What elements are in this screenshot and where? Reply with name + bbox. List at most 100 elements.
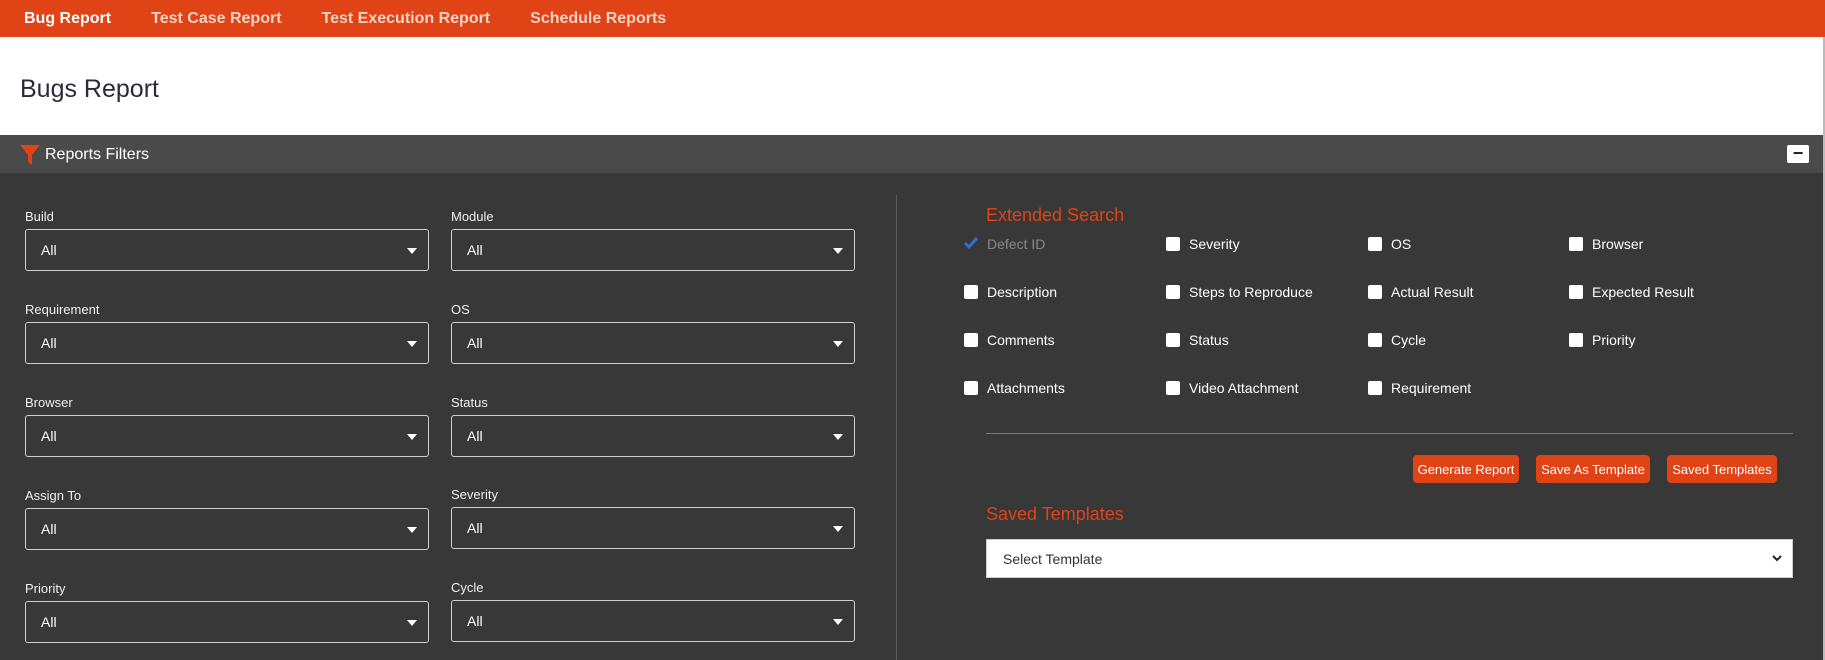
checkbox-box bbox=[964, 333, 978, 347]
saved-templates-button[interactable]: Saved Templates bbox=[1667, 455, 1777, 483]
checkbox-status[interactable]: Status bbox=[1166, 332, 1229, 348]
checkbox-label: Status bbox=[1189, 332, 1229, 348]
checkbox-box bbox=[1368, 237, 1382, 251]
tab-schedule-reports[interactable]: Schedule Reports bbox=[530, 10, 666, 28]
filter-label-os: OS bbox=[451, 302, 470, 317]
collapse-button[interactable]: − bbox=[1787, 144, 1809, 163]
checkbox-box bbox=[1166, 333, 1180, 347]
checkbox-actual-result[interactable]: Actual Result bbox=[1368, 284, 1473, 300]
checkbox-label: Steps to Reproduce bbox=[1189, 284, 1313, 300]
assign-to-value: All bbox=[41, 521, 57, 537]
status-select[interactable]: All bbox=[451, 415, 855, 457]
severity-select[interactable]: All bbox=[451, 507, 855, 549]
caret-down-icon bbox=[833, 619, 843, 625]
checkbox-label: Description bbox=[987, 284, 1058, 300]
tab-bug-report[interactable]: Bug Report bbox=[24, 10, 111, 28]
tab-test-case-report[interactable]: Test Case Report bbox=[151, 10, 281, 28]
checkbox-box bbox=[1569, 237, 1583, 251]
funnel-icon bbox=[19, 144, 41, 171]
title-bar: Bugs Report bbox=[0, 37, 1825, 135]
caret-down-icon bbox=[833, 341, 843, 347]
filter-label-cycle: Cycle bbox=[451, 580, 484, 595]
checkbox-severity[interactable]: Severity bbox=[1166, 236, 1240, 252]
checkbox-description[interactable]: Description bbox=[964, 284, 1057, 300]
checkbox-label: Comments bbox=[987, 332, 1055, 348]
module-value: All bbox=[467, 242, 483, 258]
severity-value: All bbox=[467, 520, 483, 536]
checkbox-expected-result[interactable]: Expected Result bbox=[1569, 284, 1694, 300]
filter-label-module: Module bbox=[451, 209, 494, 224]
caret-down-icon bbox=[407, 527, 417, 533]
filters-bar: Reports Filters − bbox=[0, 135, 1823, 174]
checkbox-box bbox=[1166, 237, 1180, 251]
build-value: All bbox=[41, 242, 57, 258]
checkbox-defect-id[interactable]: Defect ID bbox=[963, 236, 1046, 252]
assign-to-select[interactable]: All bbox=[25, 508, 429, 550]
checkbox-box bbox=[1368, 381, 1382, 395]
checkbox-label: Browser bbox=[1592, 236, 1644, 252]
filter-label-browser: Browser bbox=[25, 395, 73, 410]
tab-test-execution-report[interactable]: Test Execution Report bbox=[322, 10, 491, 28]
caret-down-icon bbox=[407, 341, 417, 347]
checkbox-steps-to-reproduce[interactable]: Steps to Reproduce bbox=[1166, 284, 1313, 300]
checkbox-os[interactable]: OS bbox=[1368, 236, 1411, 252]
os-value: All bbox=[467, 335, 483, 351]
checkbox-box bbox=[1166, 285, 1180, 299]
checkbox-label: Severity bbox=[1189, 236, 1240, 252]
browser-value: All bbox=[41, 428, 57, 444]
checkbox-requirement[interactable]: Requirement bbox=[1368, 380, 1471, 396]
checkbox-label: OS bbox=[1391, 236, 1412, 252]
filter-label-severity: Severity bbox=[451, 487, 498, 502]
caret-down-icon bbox=[833, 434, 843, 440]
checkbox-label: Requirement bbox=[1391, 380, 1472, 396]
requirement-select[interactable]: All bbox=[25, 322, 429, 364]
filters-title: Reports Filters bbox=[45, 146, 150, 163]
panel-divider bbox=[896, 195, 897, 660]
checkbox-box bbox=[1368, 285, 1382, 299]
section-divider bbox=[986, 433, 1793, 434]
checkbox-comments[interactable]: Comments bbox=[964, 332, 1055, 348]
cycle-select[interactable]: All bbox=[451, 600, 855, 642]
checkbox-box bbox=[1166, 381, 1180, 395]
os-select[interactable]: All bbox=[451, 322, 855, 364]
filter-label-priority: Priority bbox=[25, 581, 66, 596]
build-select[interactable]: All bbox=[25, 229, 429, 271]
checkbox-box bbox=[964, 285, 978, 299]
priority-value: All bbox=[41, 614, 57, 630]
filter-label-requirement: Requirement bbox=[25, 302, 100, 317]
filter-label-status: Status bbox=[451, 395, 488, 410]
checkbox-priority[interactable]: Priority bbox=[1569, 332, 1636, 348]
filters-panel: Build All Module All Requirement All OS … bbox=[0, 173, 1823, 660]
extended-search-title: Extended Search bbox=[986, 205, 1125, 225]
chevron-down-icon bbox=[1770, 549, 1784, 572]
checkbox-video-attachment[interactable]: Video Attachment bbox=[1166, 380, 1298, 396]
priority-select[interactable]: All bbox=[25, 601, 429, 643]
filter-label-assign-to: Assign To bbox=[25, 488, 82, 503]
page-title: Bugs Report bbox=[20, 75, 159, 103]
saved-templates-title: Saved Templates bbox=[986, 504, 1124, 524]
save-as-template-button[interactable]: Save As Template bbox=[1536, 455, 1650, 483]
checkbox-label: Attachments bbox=[987, 380, 1065, 396]
cycle-value: All bbox=[467, 613, 483, 629]
checkbox-label: Priority bbox=[1592, 332, 1636, 348]
checkbox-label: Expected Result bbox=[1592, 284, 1694, 300]
filter-label-build: Build bbox=[25, 209, 54, 224]
checkbox-label: Defect ID bbox=[987, 236, 1046, 252]
generate-report-button[interactable]: Generate Report bbox=[1413, 455, 1519, 483]
checkbox-label: Actual Result bbox=[1391, 284, 1474, 300]
checkbox-label: Cycle bbox=[1391, 332, 1427, 348]
module-select[interactable]: All bbox=[451, 229, 855, 271]
caret-down-icon bbox=[833, 526, 843, 532]
checkbox-attachments[interactable]: Attachments bbox=[964, 380, 1065, 396]
checkbox-browser[interactable]: Browser bbox=[1569, 236, 1643, 252]
requirement-value: All bbox=[41, 335, 57, 351]
template-select[interactable]: Select Template bbox=[986, 539, 1793, 578]
top-nav: Bug Report Test Case Report Test Executi… bbox=[0, 0, 1825, 37]
checkbox-label: Video Attachment bbox=[1189, 380, 1299, 396]
browser-select[interactable]: All bbox=[25, 415, 429, 457]
caret-down-icon bbox=[407, 620, 417, 626]
checkbox-cycle[interactable]: Cycle bbox=[1368, 332, 1426, 348]
checkbox-box bbox=[1368, 333, 1382, 347]
status-value: All bbox=[467, 428, 483, 444]
checkbox-box bbox=[1569, 333, 1583, 347]
